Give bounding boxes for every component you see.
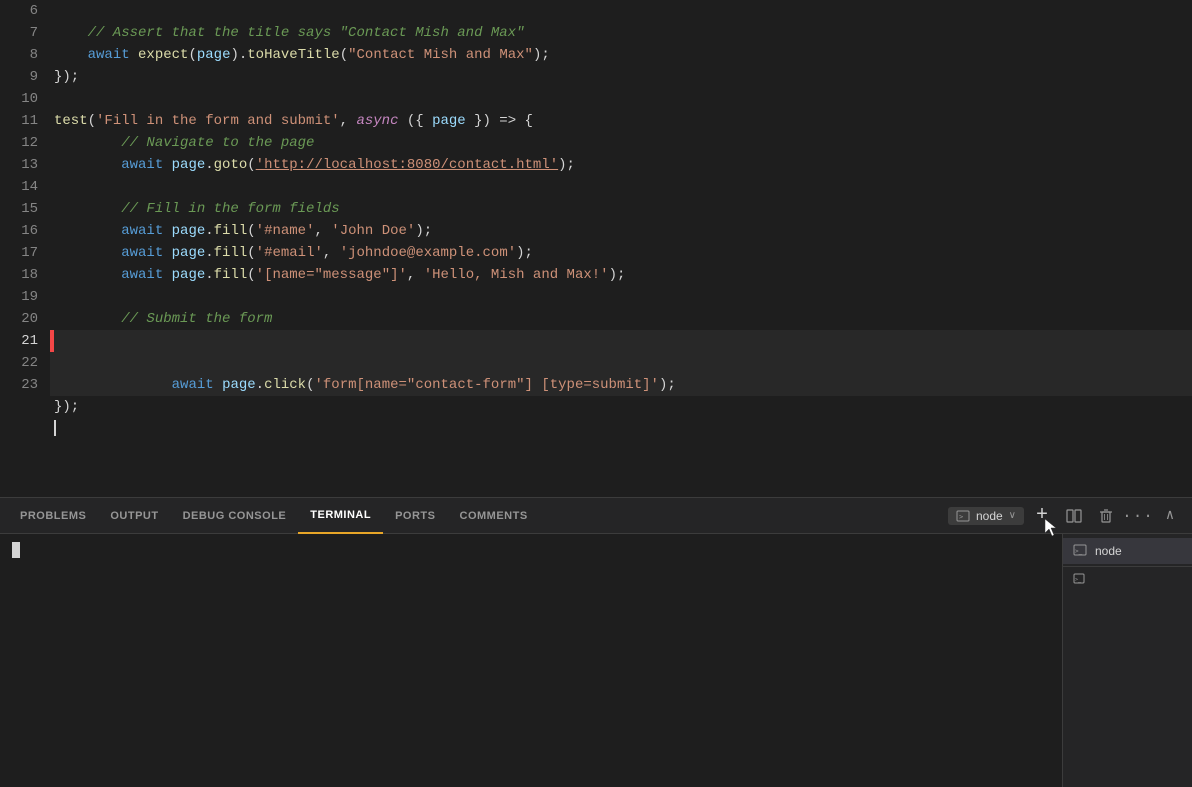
line-num-9: 9: [0, 66, 38, 88]
code-content[interactable]: // Assert that the title says "Contact M…: [50, 0, 1192, 497]
terminal-instance-small[interactable]: >_: [1063, 569, 1192, 589]
code-line-6: [50, 0, 1192, 22]
tab-comments[interactable]: COMMENTS: [448, 498, 540, 534]
terminal-instance-node[interactable]: >_ node: [1063, 538, 1192, 564]
add-terminal-button[interactable]: +: [1028, 502, 1056, 530]
node-badge[interactable]: >_ node ∨: [948, 507, 1024, 525]
code-line-7: // Assert that the title says "Contact M…: [50, 22, 1192, 44]
line-num-15: 15: [0, 198, 38, 220]
split-terminal-button[interactable]: [1060, 502, 1088, 530]
code-editor: 6 7 8 9 10 11 12 13 14 15 16 17 18 19 20…: [0, 0, 1192, 497]
code-line-10: [50, 88, 1192, 110]
svg-text:>_: >_: [1075, 548, 1083, 555]
line-num-22: 22: [0, 352, 38, 374]
line-num-12: 12: [0, 132, 38, 154]
line-num-7: 7: [0, 22, 38, 44]
code-line-9: });: [50, 66, 1192, 88]
line-num-6: 6: [0, 0, 38, 22]
tab-ports[interactable]: PORTS: [383, 498, 447, 534]
code-line-17: await page.fill('#email', 'johndoe@examp…: [50, 242, 1192, 264]
line-num-8: 8: [0, 44, 38, 66]
terminal-panel: PROBLEMS OUTPUT DEBUG CONSOLE TERMINAL P…: [0, 497, 1192, 787]
line-num-21: 21: [0, 330, 38, 352]
code-line-18: await page.fill('[name="message"]', 'Hel…: [50, 264, 1192, 286]
code-line-21: await page.click('form[name="contact-for…: [50, 330, 1192, 396]
code-line-11: test('Fill in the form and submit', asyn…: [50, 110, 1192, 132]
line-num-20: 20: [0, 308, 38, 330]
tab-terminal[interactable]: TERMINAL: [298, 498, 383, 534]
line-num-19: 19: [0, 286, 38, 308]
line-num-10: 10: [0, 88, 38, 110]
node-label: node: [976, 509, 1003, 523]
code-line-13: await page.goto('http://localhost:8080/c…: [50, 154, 1192, 176]
terminal-controls: >_ node ∨ +: [948, 502, 1184, 530]
line-num-17: 17: [0, 242, 38, 264]
terminal-small-icon: >_: [1073, 573, 1085, 585]
delete-terminal-button[interactable]: [1092, 502, 1120, 530]
terminal-tab-bar: PROBLEMS OUTPUT DEBUG CONSOLE TERMINAL P…: [0, 498, 1192, 534]
code-line-12: // Navigate to the page: [50, 132, 1192, 154]
code-line-19: [50, 286, 1192, 308]
terminal-instance-label: node: [1095, 544, 1122, 558]
line-numbers: 6 7 8 9 10 11 12 13 14 15 16 17 18 19 20…: [0, 0, 50, 497]
svg-text:>_: >_: [1075, 577, 1082, 583]
collapse-panel-button[interactable]: ∧: [1156, 502, 1184, 530]
add-icon: +: [1036, 506, 1048, 526]
terminal-prompt-icon: >_: [956, 509, 970, 523]
code-line-16: await page.fill('#name', 'John Doe');: [50, 220, 1192, 242]
line-num-18: 18: [0, 264, 38, 286]
tab-debug-console[interactable]: DEBUG CONSOLE: [171, 498, 299, 534]
code-line-8: await expect(page).toHaveTitle("Contact …: [50, 44, 1192, 66]
line-num-14: 14: [0, 176, 38, 198]
line-num-23: 23: [0, 374, 38, 396]
terminal-main-area[interactable]: [0, 534, 1062, 787]
svg-text:>_: >_: [959, 513, 968, 521]
tab-problems[interactable]: PROBLEMS: [8, 498, 98, 534]
terminal-body: >_ node >_: [0, 534, 1192, 787]
terminal-sidebar-divider: [1063, 566, 1192, 567]
split-icon: [1066, 508, 1082, 524]
terminal-cursor: [12, 542, 20, 558]
trash-icon: [1098, 508, 1114, 524]
terminal-instance-icon: >_: [1073, 544, 1087, 558]
code-line-22: });: [50, 396, 1192, 418]
more-options-button[interactable]: ···: [1124, 502, 1152, 530]
terminal-sidebar: >_ node >_: [1062, 534, 1192, 787]
code-line-14: [50, 176, 1192, 198]
code-line-23: [50, 418, 1192, 440]
code-line-15: // Fill in the form fields: [50, 198, 1192, 220]
line-num-13: 13: [0, 154, 38, 176]
line-num-16: 16: [0, 220, 38, 242]
line-num-11: 11: [0, 110, 38, 132]
dropdown-arrow-icon: ∨: [1009, 510, 1016, 521]
terminal-cursor-line: [12, 542, 1050, 559]
code-line-20: // Submit the form: [50, 308, 1192, 330]
tab-output[interactable]: OUTPUT: [98, 498, 170, 534]
